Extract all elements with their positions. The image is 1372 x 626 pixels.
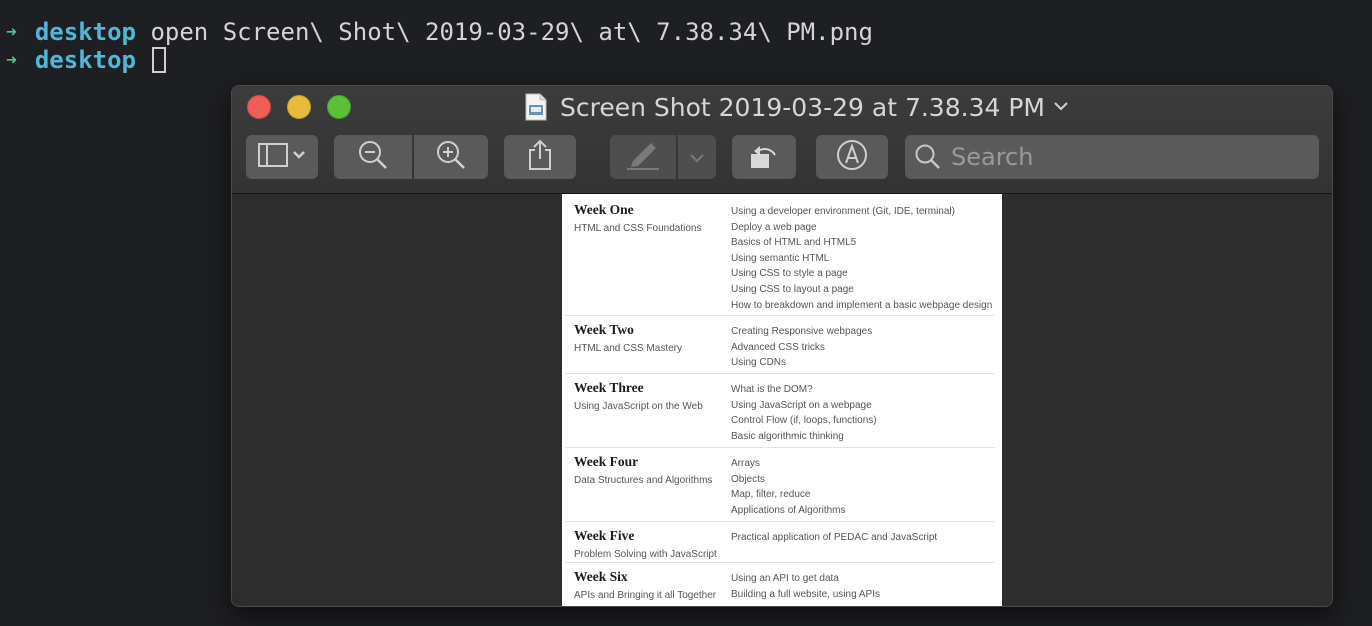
week-title: Week Two xyxy=(574,322,634,337)
terminal-command: open Screen\ Shot\ 2019-03-29\ at\ 7.38.… xyxy=(150,18,873,46)
share-button[interactable] xyxy=(504,135,576,179)
markup-menu-button[interactable] xyxy=(678,135,716,179)
topic-item: Using CDNs xyxy=(731,357,787,369)
zoom-out-button[interactable] xyxy=(334,135,412,179)
topic-item: Deploy a web page xyxy=(731,221,817,233)
close-button[interactable] xyxy=(247,95,271,119)
annotate-icon xyxy=(836,139,868,175)
document-viewport[interactable]: Week One HTML and CSS Foundations Using … xyxy=(232,194,1332,606)
week-title: Week Five xyxy=(574,528,635,543)
window-title[interactable]: Screen Shot 2019-03-29 at 7.38.34 PM xyxy=(524,92,1069,122)
topic-item: Using an API to get data xyxy=(731,573,839,584)
preview-window: Screen Shot 2019-03-29 at 7.38.34 PM Sea… xyxy=(231,85,1333,607)
topic-item: Map, filter, reduce xyxy=(731,489,811,501)
document-icon xyxy=(524,93,548,121)
zoom-out-icon xyxy=(358,140,388,174)
week-title: Week Six xyxy=(574,569,628,584)
week-row: Week Two HTML and CSS Mastery Creating R… xyxy=(565,322,995,374)
topic-item: Advanced CSS tricks xyxy=(731,341,825,353)
topic-item: Using CSS to style a page xyxy=(731,268,848,280)
search-icon xyxy=(915,144,941,170)
week-row: Week Three Using JavaScript on the Web W… xyxy=(565,380,995,448)
zoom-in-icon xyxy=(436,140,466,174)
prompt-directory: desktop xyxy=(34,18,136,46)
document-page: Week One HTML and CSS Foundations Using … xyxy=(562,194,1002,606)
week-row: Week Five Problem Solving with JavaScrip… xyxy=(565,528,995,563)
chevron-down-icon xyxy=(689,148,705,167)
fullscreen-button[interactable] xyxy=(327,95,351,119)
week-subtitle: HTML and CSS Mastery xyxy=(574,343,682,354)
markup-pen-button[interactable] xyxy=(610,135,676,179)
share-icon xyxy=(527,139,553,175)
week-topics: Arrays Objects Map, filter, reduce Appli… xyxy=(731,456,846,518)
rotate-button[interactable] xyxy=(732,135,796,179)
prompt-arrow-icon: ➜ xyxy=(6,22,17,43)
week-topics: Practical application of PEDAC and JavaS… xyxy=(731,530,937,546)
week-subtitle: HTML and CSS Foundations xyxy=(574,223,702,234)
prompt-arrow-icon: ➜ xyxy=(6,50,17,71)
topic-item: How to breakdown and implement a basic w… xyxy=(731,299,993,311)
week-topics: Using an API to get data Building a full… xyxy=(731,571,880,602)
topic-item: Creating Responsive webpages xyxy=(731,326,873,337)
week-title: Week Three xyxy=(574,380,644,395)
search-input[interactable] xyxy=(951,143,1291,171)
sidebar-button[interactable] xyxy=(246,135,318,179)
rotate-icon xyxy=(748,139,780,175)
week-subtitle: Problem Solving with JavaScript xyxy=(574,549,717,560)
markup-pen-icon xyxy=(623,139,663,175)
terminal-line-2: ➜ desktop xyxy=(6,46,167,77)
window-titlebar: Screen Shot 2019-03-29 at 7.38.34 PM xyxy=(232,86,1332,194)
topic-item: Building a full website, using APIs xyxy=(731,588,880,600)
week-row: Week Six APIs and Bringing it all Togeth… xyxy=(565,569,995,606)
prompt-directory: desktop xyxy=(34,46,136,74)
terminal-cursor[interactable] xyxy=(152,47,167,73)
topic-item: Objects xyxy=(731,473,765,485)
week-topics: Using a developer environment (Git, IDE,… xyxy=(731,204,992,313)
week-topics: Creating Responsive webpages Advanced CS… xyxy=(731,324,872,371)
title-chevron-down-icon xyxy=(1053,99,1069,115)
search-field[interactable] xyxy=(905,135,1319,179)
week-row: Week One HTML and CSS Foundations Using … xyxy=(565,202,995,316)
topic-item: Applications of Algorithms xyxy=(731,504,846,516)
minimize-button[interactable] xyxy=(287,95,311,119)
week-subtitle: Data Structures and Algorithms xyxy=(574,475,713,486)
week-topics: What is the DOM? Using JavaScript on a w… xyxy=(731,382,877,444)
week-row: Week Four Data Structures and Algorithms… xyxy=(565,454,995,522)
window-title-text: Screen Shot 2019-03-29 at 7.38.34 PM xyxy=(560,92,1045,122)
topic-item: Using CSS to layout a page xyxy=(731,283,854,295)
zoom-in-button[interactable] xyxy=(414,135,488,179)
topic-item: Basics of HTML and HTML5 xyxy=(731,237,857,249)
topic-item: Using a developer environment (Git, IDE,… xyxy=(731,206,955,217)
week-subtitle: APIs and Bringing it all Together xyxy=(574,590,717,601)
sidebar-icon xyxy=(257,142,307,172)
topic-item: Using semantic HTML xyxy=(731,252,830,264)
topic-item: Using JavaScript on a webpage xyxy=(731,399,872,411)
terminal-line-1: ➜ desktop open Screen\ Shot\ 2019-03-29\ … xyxy=(6,18,873,49)
topic-item: Basic algorithmic thinking xyxy=(731,430,844,442)
topic-item: Practical application of PEDAC and JavaS… xyxy=(731,532,938,543)
topic-item: Control Flow (if, loops, functions) xyxy=(731,415,877,427)
topic-item: What is the DOM? xyxy=(731,384,813,395)
topic-item: Arrays xyxy=(731,458,760,469)
week-subtitle: Using JavaScript on the Web xyxy=(574,401,703,412)
week-title: Week One xyxy=(574,202,634,217)
week-title: Week Four xyxy=(574,454,639,469)
annotate-button[interactable] xyxy=(816,135,888,179)
